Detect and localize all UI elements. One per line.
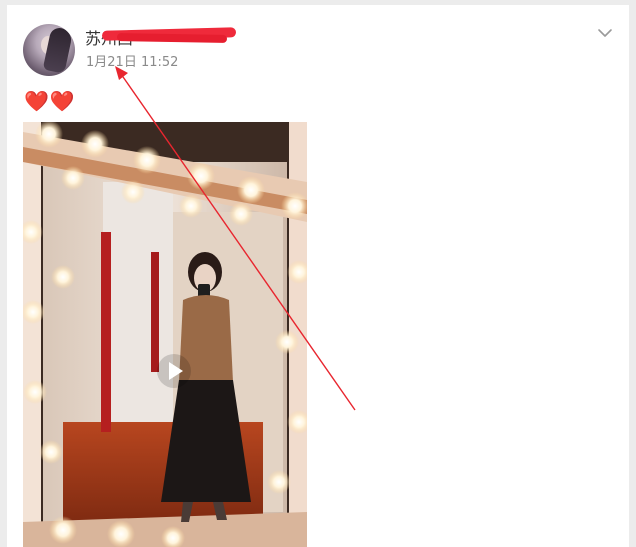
post-text: ❤️❤️ [24,89,76,113]
avatar[interactable] [23,24,75,76]
video-frame [23,122,307,547]
feed-background: 苏州西 1月21日 11:52 ❤️❤️ [0,0,636,547]
redaction-scribble-2 [116,33,228,43]
chevron-down-icon[interactable] [597,25,613,41]
video-thumbnail[interactable] [23,122,307,547]
avatar-hair [42,26,74,74]
post-timestamp[interactable]: 1月21日 11:52 [86,51,178,70]
post-card: 苏州西 1月21日 11:52 ❤️❤️ [7,5,629,547]
play-icon[interactable] [156,353,192,389]
